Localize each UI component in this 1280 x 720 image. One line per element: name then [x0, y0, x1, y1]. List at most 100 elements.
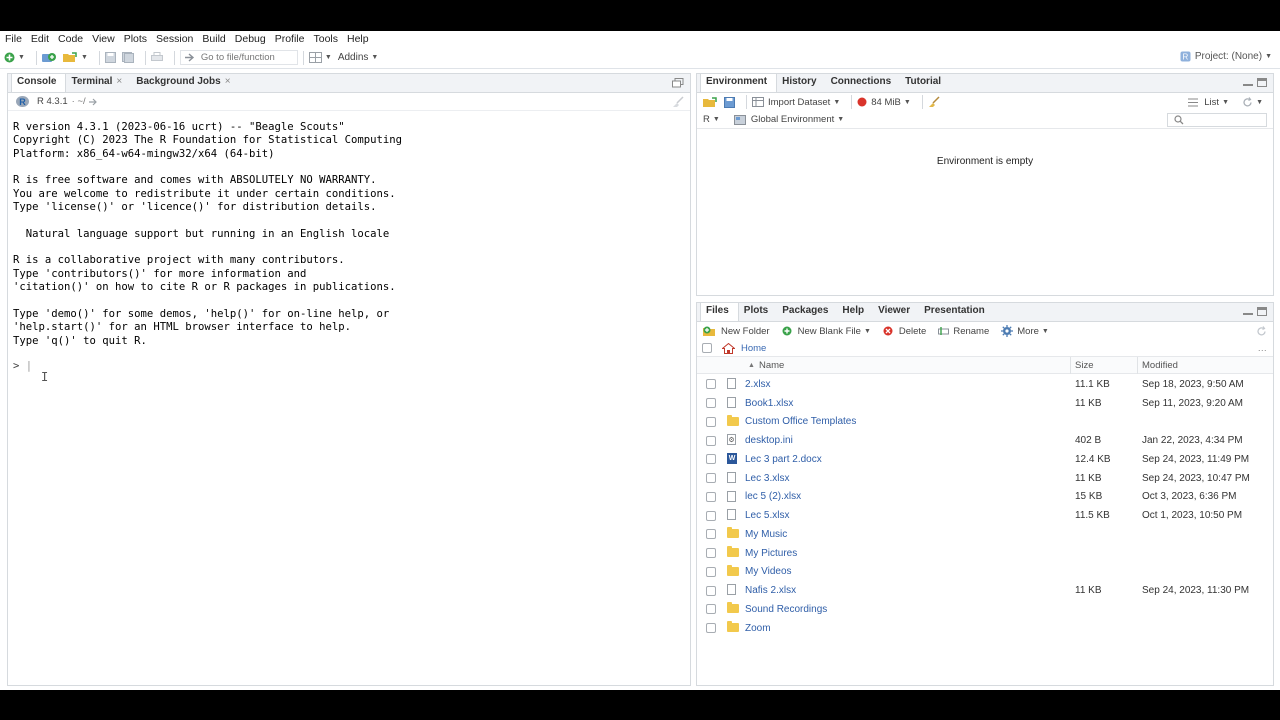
file-checkbox[interactable] — [706, 548, 716, 559]
menu-plots[interactable]: Plots — [124, 33, 147, 45]
file-row[interactable]: Sound Recordings — [697, 600, 1273, 619]
menu-view[interactable]: View — [92, 33, 115, 45]
file-checkbox[interactable] — [706, 510, 716, 521]
file-name-link[interactable]: My Pictures — [745, 548, 797, 559]
file-row[interactable]: W Lec 3 part 2.docx 12.4 KB Sep 24, 2023, 1… — [697, 450, 1273, 469]
scope-select[interactable]: Global Environment ▼ — [733, 114, 844, 125]
file-row[interactable]: ⚙ desktop.ini 402 B Jan 22, 2023, 4:34 PM — [697, 431, 1273, 450]
file-row[interactable]: Book1.xlsx 11 KB Sep 11, 2023, 9:20 AM — [697, 394, 1273, 413]
rename-button[interactable]: Rename — [938, 326, 989, 337]
delete-button[interactable]: Delete — [883, 326, 926, 337]
file-name-link[interactable]: Nafis 2.xlsx — [745, 585, 796, 596]
broom-icon[interactable] — [928, 96, 940, 108]
file-checkbox[interactable] — [706, 585, 716, 596]
file-name-link[interactable]: Zoom — [745, 623, 771, 634]
tab-environment[interactable]: Environment — [700, 73, 778, 92]
new-folder-button[interactable]: New Folder — [703, 326, 770, 337]
tab-presentation[interactable]: Presentation — [919, 303, 994, 321]
file-name-link[interactable]: 2.xlsx — [745, 379, 771, 390]
file-row[interactable]: Zoom — [697, 619, 1273, 638]
menu-tools[interactable]: Tools — [313, 33, 338, 45]
view-mode-button[interactable]: List ▼ — [1188, 97, 1229, 108]
refresh-button[interactable]: ▼ — [1242, 96, 1263, 108]
new-project-button[interactable] — [41, 52, 57, 63]
menu-profile[interactable]: Profile — [275, 33, 305, 45]
file-row[interactable]: My Music — [697, 525, 1273, 544]
file-checkbox[interactable] — [706, 529, 716, 540]
more-options-icon[interactable]: … — [1258, 343, 1268, 354]
file-row[interactable]: Nafis 2.xlsx 11 KB Sep 24, 2023, 11:30 PM — [697, 581, 1273, 600]
tab-terminal[interactable]: Terminal × — [66, 74, 131, 92]
file-row[interactable]: My Pictures — [697, 544, 1273, 563]
save-all-button[interactable] — [121, 52, 134, 63]
console-input[interactable]: > | — [13, 360, 690, 372]
file-checkbox[interactable] — [706, 416, 716, 427]
breadcrumb-home[interactable]: Home — [741, 343, 766, 354]
project-menu[interactable]: R Project: (None) ▼ — [1180, 51, 1272, 62]
file-name-link[interactable]: Book1.xlsx — [745, 398, 793, 409]
file-name-link[interactable]: Lec 3 part 2.docx — [745, 454, 822, 465]
file-name-link[interactable]: Sound Recordings — [745, 604, 827, 615]
open-file-button[interactable]: ▼ — [62, 52, 88, 63]
file-row[interactable]: Lec 5.xlsx 11.5 KB Oct 1, 2023, 10:50 PM — [697, 506, 1273, 525]
file-name-link[interactable]: Custom Office Templates — [745, 416, 856, 427]
language-select[interactable]: R ▼ — [703, 114, 720, 125]
file-name-link[interactable]: desktop.ini — [745, 435, 793, 446]
close-icon[interactable]: × — [116, 76, 122, 87]
goto-file-function-input[interactable]: Go to file/function — [179, 50, 298, 65]
tab-help[interactable]: Help — [837, 303, 873, 321]
menu-session[interactable]: Session — [156, 33, 193, 45]
restore-pane-icon[interactable] — [672, 78, 684, 88]
maximize-pane-icon[interactable] — [1257, 78, 1267, 87]
file-checkbox[interactable] — [706, 473, 716, 484]
minimize-pane-icon[interactable] — [1243, 312, 1253, 315]
file-checkbox[interactable] — [706, 398, 716, 409]
menu-debug[interactable]: Debug — [235, 33, 266, 45]
more-button[interactable]: More ▼ — [1001, 325, 1049, 337]
print-button[interactable] — [150, 52, 163, 63]
workspace-panes-button[interactable]: ▼ — [308, 52, 332, 63]
file-row[interactable]: lec 5 (2).xlsx 15 KB Oct 3, 2023, 6:36 PM — [697, 488, 1273, 507]
file-row[interactable]: 2.xlsx 11.1 KB Sep 18, 2023, 9:50 AM — [697, 375, 1273, 394]
close-icon[interactable]: × — [225, 76, 231, 87]
import-dataset-button[interactable]: Import Dataset ▼ — [752, 97, 840, 108]
file-name-link[interactable]: lec 5 (2).xlsx — [745, 491, 801, 502]
tab-console[interactable]: Console — [11, 73, 67, 92]
file-checkbox[interactable] — [706, 623, 716, 634]
tab-files[interactable]: Files — [700, 302, 739, 321]
column-name[interactable]: Name — [759, 360, 784, 371]
menu-help[interactable]: Help — [347, 33, 369, 45]
go-to-directory-icon[interactable] — [88, 98, 99, 106]
save-button[interactable] — [104, 52, 116, 63]
tab-history[interactable]: History — [777, 74, 825, 92]
addins-button[interactable]: Addins ▼ — [338, 52, 379, 63]
broom-icon[interactable] — [672, 95, 684, 108]
tab-tutorial[interactable]: Tutorial — [900, 74, 950, 92]
file-checkbox[interactable] — [706, 566, 716, 577]
menu-code[interactable]: Code — [58, 33, 83, 45]
file-name-link[interactable]: Lec 3.xlsx — [745, 473, 789, 484]
maximize-pane-icon[interactable] — [1257, 307, 1267, 316]
file-checkbox[interactable] — [706, 435, 716, 446]
refresh-icon[interactable] — [1256, 325, 1267, 337]
menu-edit[interactable]: Edit — [31, 33, 49, 45]
column-size[interactable]: Size — [1075, 360, 1093, 371]
working-directory[interactable]: · ~/ — [72, 96, 86, 107]
file-name-link[interactable]: Lec 5.xlsx — [745, 510, 789, 521]
load-workspace-icon[interactable] — [703, 96, 718, 108]
save-workspace-icon[interactable] — [724, 96, 735, 108]
tab-packages[interactable]: Packages — [777, 303, 837, 321]
column-modified[interactable]: Modified — [1142, 360, 1178, 371]
file-name-link[interactable]: My Videos — [745, 566, 792, 577]
file-row[interactable]: Custom Office Templates — [697, 413, 1273, 432]
new-blank-file-button[interactable]: New Blank File ▼ — [782, 326, 871, 337]
file-checkbox[interactable] — [706, 454, 716, 465]
menu-build[interactable]: Build — [202, 33, 225, 45]
environment-search-input[interactable] — [1167, 113, 1267, 127]
new-file-button[interactable]: ▼ — [4, 52, 25, 63]
file-name-link[interactable]: My Music — [745, 529, 787, 540]
tab-background-jobs[interactable]: Background Jobs × — [131, 74, 239, 92]
menu-file[interactable]: File — [5, 33, 22, 45]
file-row[interactable]: Lec 3.xlsx 11 KB Sep 24, 2023, 10:47 PM — [697, 469, 1273, 488]
file-checkbox[interactable] — [706, 604, 716, 615]
